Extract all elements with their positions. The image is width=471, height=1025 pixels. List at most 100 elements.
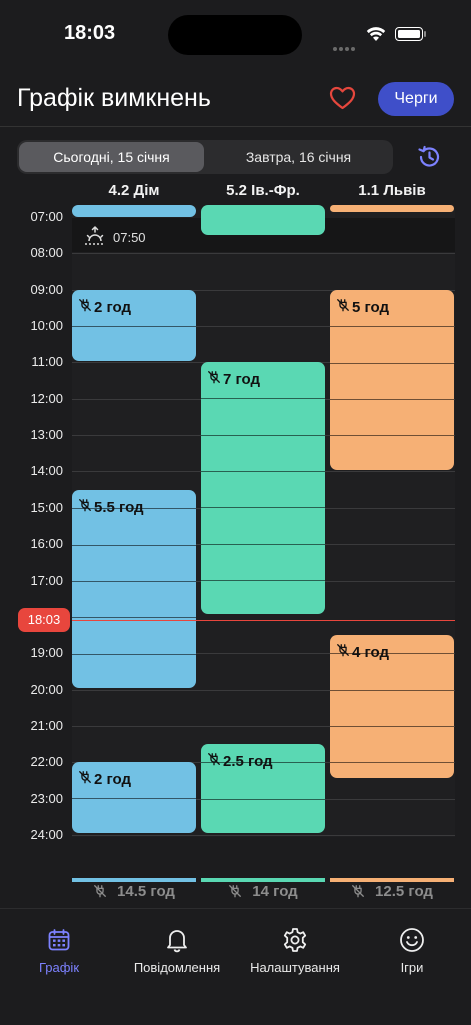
- total-column-3: 12.5 год: [330, 883, 454, 900]
- hour-divider: [201, 799, 325, 800]
- hour-label: 07:00: [30, 209, 63, 224]
- sunrise-icon: [84, 225, 106, 251]
- sunrise-time: 07:50: [113, 230, 146, 245]
- current-time-badge: 18:03: [18, 608, 70, 632]
- hour-gridline: [72, 253, 455, 254]
- history-icon[interactable]: [415, 143, 443, 176]
- today-tab[interactable]: Сьогодні, 15 січня: [19, 142, 204, 172]
- outage-block-continued[interactable]: [330, 205, 454, 212]
- gear-icon: [236, 926, 354, 954]
- hour-label: 11:00: [31, 354, 63, 370]
- hour-label: 17:00: [30, 572, 63, 588]
- outage-block[interactable]: 7 год: [201, 362, 325, 614]
- hour-divider: [330, 399, 454, 400]
- hour-divider: [72, 581, 196, 582]
- hour-divider: [330, 726, 454, 727]
- hour-divider: [330, 326, 454, 327]
- hour-label: 10:00: [30, 318, 63, 334]
- total-column-1: 14.5 год: [72, 883, 196, 900]
- power-off-icon: [336, 643, 350, 661]
- outage-duration: 5.5 год: [78, 498, 144, 516]
- power-off-icon: [78, 770, 92, 788]
- hour-label: 22:00: [30, 754, 63, 770]
- wifi-icon: [366, 26, 386, 47]
- tab-notifications[interactable]: Повідомлення: [118, 926, 236, 975]
- outage-duration: 7 год: [207, 370, 260, 388]
- power-off-icon: [351, 883, 375, 900]
- power-off-icon: [78, 298, 92, 316]
- hour-divider: [72, 617, 196, 618]
- tomorrow-tab[interactable]: Завтра, 16 січня: [206, 142, 391, 172]
- outage-block[interactable]: 2 год: [72, 762, 196, 833]
- total-bar: [201, 878, 325, 882]
- outage-block-continued[interactable]: [72, 205, 196, 217]
- hour-gridline: [72, 835, 455, 836]
- battery-icon: [395, 27, 423, 41]
- column-header[interactable]: 1.1 Львів: [330, 182, 454, 199]
- outage-block[interactable]: 2.5 год: [201, 744, 325, 833]
- power-off-icon: [336, 298, 350, 316]
- hour-label: 15:00: [30, 499, 63, 515]
- power-off-icon: [207, 370, 221, 388]
- hour-label: 13:00: [30, 427, 63, 443]
- outage-duration: 2.5 год: [207, 752, 273, 770]
- outage-block[interactable]: 4 год: [330, 635, 454, 778]
- hour-divider: [72, 798, 196, 799]
- day-selector: Сьогодні, 15 січня Завтра, 16 січня: [17, 140, 393, 174]
- hour-label: 21:00: [30, 717, 63, 733]
- hour-label: 16:00: [30, 536, 63, 552]
- hour-divider: [201, 435, 325, 436]
- dynamic-island: [168, 15, 302, 55]
- outage-duration: 2 год: [78, 298, 131, 316]
- total-value: 14 год: [252, 883, 298, 900]
- hour-divider: [201, 471, 325, 472]
- hour-label: 09:00: [30, 281, 63, 297]
- tab-schedule[interactable]: Графік: [0, 926, 118, 975]
- outage-duration: 2 год: [78, 770, 131, 788]
- hour-divider: [330, 690, 454, 691]
- power-off-icon: [207, 752, 221, 770]
- hour-divider: [72, 326, 196, 327]
- hour-divider: [201, 507, 325, 508]
- outage-duration: 4 год: [336, 643, 389, 661]
- signal-dots-icon: [333, 38, 357, 56]
- bell-icon: [118, 926, 236, 954]
- tab-label: Ігри: [400, 960, 424, 975]
- hour-label: 08:00: [30, 245, 63, 261]
- battery-nub: [424, 31, 426, 37]
- tab-label: Повідомлення: [133, 960, 221, 975]
- hour-label: 19:00: [30, 645, 63, 661]
- hour-divider: [330, 435, 454, 436]
- total-value: 14.5 год: [117, 883, 175, 900]
- outage-block[interactable]: 5.5 год: [72, 490, 196, 688]
- hour-label: 20:00: [30, 681, 63, 697]
- outage-block-continued[interactable]: [201, 205, 325, 236]
- tab-games[interactable]: Ігри: [353, 926, 471, 975]
- hour-label: 14:00: [30, 463, 63, 479]
- header-divider: [0, 126, 471, 127]
- smiley-icon: [353, 926, 471, 954]
- hour-divider: [201, 580, 325, 581]
- hour-label: 23:00: [30, 790, 63, 806]
- total-bar: [72, 878, 196, 882]
- tab-label: Налаштування: [250, 960, 340, 975]
- column-header[interactable]: 5.2 Ів.-Фр.: [201, 182, 325, 199]
- total-value: 12.5 год: [375, 883, 433, 900]
- heart-icon[interactable]: [329, 86, 356, 115]
- power-off-icon: [228, 883, 252, 900]
- tab-label: Графік: [38, 960, 80, 975]
- hour-divider: [201, 398, 325, 399]
- total-column-2: 14 год: [201, 883, 325, 900]
- hour-divider: [330, 762, 454, 763]
- power-off-icon: [78, 498, 92, 516]
- power-off-icon: [93, 883, 117, 900]
- outage-block[interactable]: 5 год: [330, 290, 454, 470]
- status-time: 18:03: [64, 22, 116, 44]
- outage-block[interactable]: 2 год: [72, 290, 196, 361]
- hour-divider: [72, 545, 196, 546]
- hour-label: 12:00: [30, 390, 63, 406]
- queues-button[interactable]: Черги: [378, 82, 454, 116]
- hour-divider: [201, 544, 325, 545]
- tab-settings[interactable]: Налаштування: [236, 926, 354, 975]
- column-header[interactable]: 4.2 Дім: [72, 182, 196, 199]
